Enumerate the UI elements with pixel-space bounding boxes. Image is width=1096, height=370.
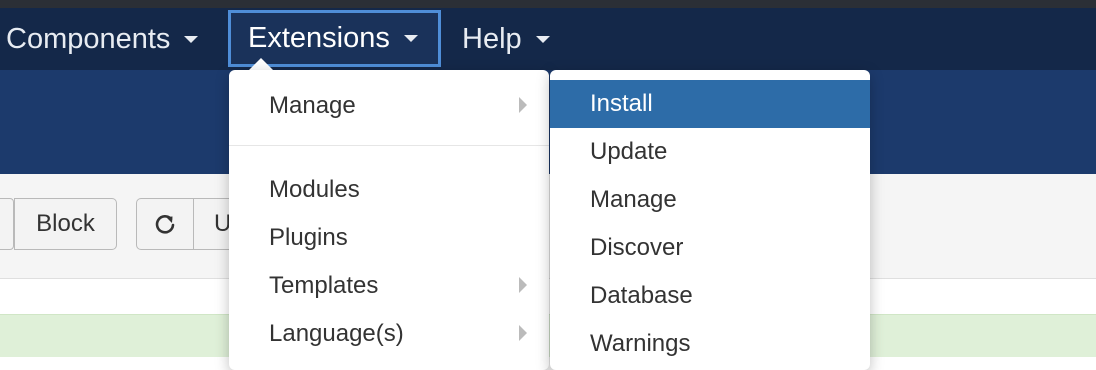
chevron-right-icon bbox=[519, 325, 527, 341]
extensions-dropdown-menu: Manage Modules Plugins Templates Languag… bbox=[229, 70, 549, 370]
caret-down-icon bbox=[403, 35, 418, 42]
submenu-item-install[interactable]: Install bbox=[550, 80, 870, 128]
submenu-item-warnings[interactable]: Warnings bbox=[550, 320, 870, 368]
nav-help[interactable]: Help bbox=[462, 8, 550, 70]
nav-components-label: Components bbox=[6, 22, 171, 55]
submenu-item-database[interactable]: Database bbox=[550, 272, 870, 320]
menu-divider bbox=[229, 145, 549, 146]
submenu-item-manage[interactable]: Manage bbox=[550, 176, 870, 224]
chevron-right-icon bbox=[519, 97, 527, 113]
menu-item-templates[interactable]: Templates bbox=[269, 272, 378, 300]
submenu-item-discover[interactable]: Discover bbox=[550, 224, 870, 272]
menu-item-modules[interactable]: Modules bbox=[269, 176, 360, 204]
block-button-label: Block bbox=[36, 210, 95, 237]
refresh-icon bbox=[155, 215, 175, 234]
block-button[interactable]: Block bbox=[14, 198, 117, 250]
caret-down-icon bbox=[184, 35, 199, 43]
top-strip bbox=[0, 0, 1096, 8]
nav-help-label: Help bbox=[462, 22, 522, 55]
nav-components[interactable]: Components bbox=[6, 8, 199, 70]
caret-down-icon bbox=[535, 35, 550, 43]
manage-submenu: Install Update Manage Discover Database … bbox=[550, 70, 870, 370]
nav-extensions-label: Extensions bbox=[248, 22, 390, 54]
toolbar-button-partial[interactable] bbox=[0, 198, 14, 250]
refresh-button[interactable] bbox=[136, 198, 194, 250]
menu-item-plugins[interactable]: Plugins bbox=[269, 224, 348, 252]
menu-item-languages[interactable]: Language(s) bbox=[269, 320, 404, 348]
submenu-item-update[interactable]: Update bbox=[550, 128, 870, 176]
chevron-right-icon bbox=[519, 277, 527, 293]
menu-item-manage[interactable]: Manage bbox=[269, 92, 356, 120]
